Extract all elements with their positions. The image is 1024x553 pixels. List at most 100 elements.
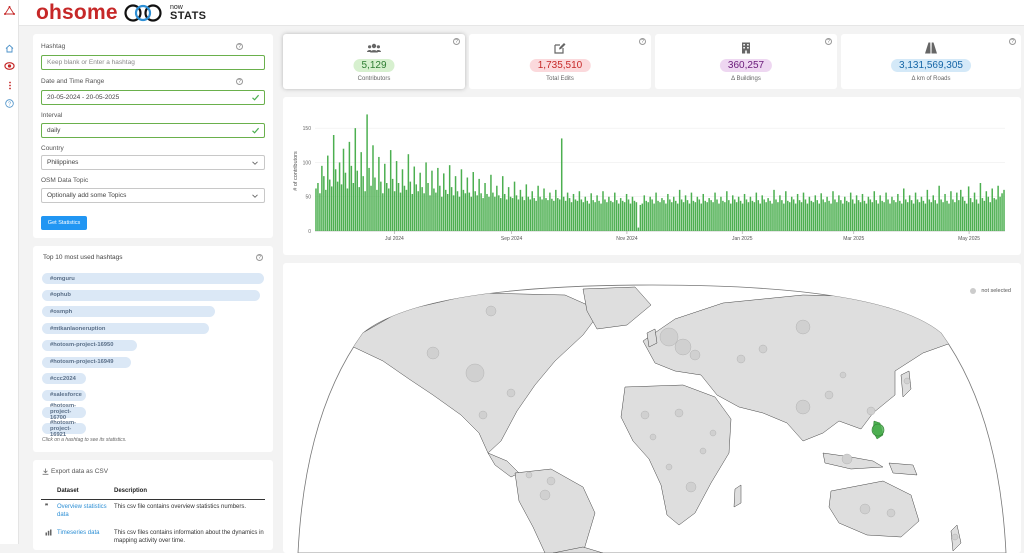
roads-stat-card[interactable]: ? 3,131,569,305 Δ km of Roads: [841, 34, 1021, 89]
bar[interactable]: [761, 195, 763, 231]
bar[interactable]: [592, 200, 594, 231]
bar[interactable]: [904, 199, 907, 231]
bar[interactable]: [989, 202, 992, 231]
bar[interactable]: [334, 169, 337, 231]
bar[interactable]: [836, 202, 838, 231]
bar[interactable]: [635, 202, 638, 231]
bar[interactable]: [515, 195, 518, 231]
bar[interactable]: [588, 203, 590, 231]
bar[interactable]: [370, 185, 372, 231]
bar[interactable]: [647, 202, 649, 231]
bar[interactable]: [682, 202, 685, 231]
bar[interactable]: [1001, 193, 1003, 231]
bar[interactable]: [993, 198, 995, 231]
bar[interactable]: [840, 200, 842, 231]
bar[interactable]: [523, 200, 526, 231]
bar[interactable]: [696, 196, 699, 231]
bar[interactable]: [625, 193, 628, 231]
bar[interactable]: [484, 183, 486, 231]
bar[interactable]: [482, 198, 484, 231]
bar[interactable]: [899, 200, 901, 231]
bar[interactable]: [378, 156, 380, 231]
bar[interactable]: [407, 154, 410, 231]
bar[interactable]: [470, 196, 473, 231]
bar[interactable]: [606, 202, 608, 231]
bar[interactable]: [804, 199, 807, 231]
bar[interactable]: [999, 196, 1001, 231]
bar[interactable]: [348, 141, 351, 231]
bar[interactable]: [610, 200, 612, 231]
bar[interactable]: [932, 195, 934, 231]
bar[interactable]: [910, 200, 913, 231]
bar[interactable]: [735, 202, 738, 231]
bar[interactable]: [965, 203, 968, 231]
bar[interactable]: [952, 199, 954, 231]
bar[interactable]: [572, 193, 575, 231]
bar[interactable]: [409, 181, 412, 231]
bar[interactable]: [808, 196, 811, 231]
bar[interactable]: [975, 199, 978, 231]
bar[interactable]: [757, 200, 760, 231]
bar[interactable]: [783, 203, 785, 231]
bar[interactable]: [961, 196, 964, 231]
bar[interactable]: [492, 192, 494, 231]
bar[interactable]: [851, 199, 854, 231]
bar[interactable]: [680, 199, 683, 231]
bar[interactable]: [517, 199, 520, 231]
overview-data-link[interactable]: Overview statistics data: [57, 503, 107, 519]
bar[interactable]: [327, 155, 329, 231]
bar[interactable]: [912, 203, 915, 231]
bar[interactable]: [775, 199, 777, 231]
ohsome-logo-icon[interactable]: [4, 5, 15, 16]
bar[interactable]: [787, 200, 789, 231]
bar[interactable]: [684, 195, 687, 231]
bar[interactable]: [564, 200, 567, 231]
bar[interactable]: [411, 193, 414, 231]
bar[interactable]: [338, 162, 341, 231]
bar[interactable]: [539, 196, 541, 231]
bar[interactable]: [330, 186, 333, 231]
bar[interactable]: [936, 203, 938, 231]
bar[interactable]: [509, 196, 512, 231]
bar[interactable]: [541, 199, 543, 231]
bar[interactable]: [533, 198, 535, 231]
bar[interactable]: [812, 202, 815, 231]
bar[interactable]: [659, 202, 661, 231]
hashtag-pill[interactable]: #ophub: [42, 289, 260, 301]
bar[interactable]: [726, 191, 728, 231]
bar[interactable]: [946, 200, 948, 231]
bar[interactable]: [511, 198, 514, 231]
bar[interactable]: [549, 192, 551, 231]
bar[interactable]: [739, 200, 742, 231]
hashtag-input[interactable]: Keep blank or Enter a hashtag: [41, 55, 265, 70]
bar[interactable]: [547, 200, 549, 231]
bar[interactable]: [879, 195, 881, 231]
bar[interactable]: [582, 202, 585, 231]
bar[interactable]: [619, 198, 622, 231]
bar[interactable]: [722, 200, 724, 231]
bar[interactable]: [602, 191, 604, 231]
bar[interactable]: [537, 185, 539, 231]
bar[interactable]: [889, 203, 891, 231]
bar[interactable]: [887, 199, 889, 231]
logo-text[interactable]: ohsome: [36, 1, 118, 25]
bar[interactable]: [781, 200, 783, 231]
bar[interactable]: [871, 202, 874, 231]
bar[interactable]: [690, 192, 693, 231]
bar[interactable]: [395, 161, 398, 231]
bar[interactable]: [938, 185, 940, 231]
bar[interactable]: [710, 200, 712, 231]
bar[interactable]: [714, 192, 716, 231]
bar[interactable]: [671, 202, 673, 231]
bar[interactable]: [981, 198, 984, 231]
bar[interactable]: [773, 189, 775, 231]
hashtag-pill[interactable]: #osmph: [42, 306, 216, 318]
bar[interactable]: [665, 203, 667, 231]
bar[interactable]: [950, 191, 952, 231]
bar[interactable]: [413, 166, 416, 231]
bar[interactable]: [444, 189, 447, 231]
bar[interactable]: [698, 199, 701, 231]
bar[interactable]: [476, 195, 478, 231]
bar[interactable]: [376, 189, 378, 231]
bar[interactable]: [543, 188, 545, 231]
